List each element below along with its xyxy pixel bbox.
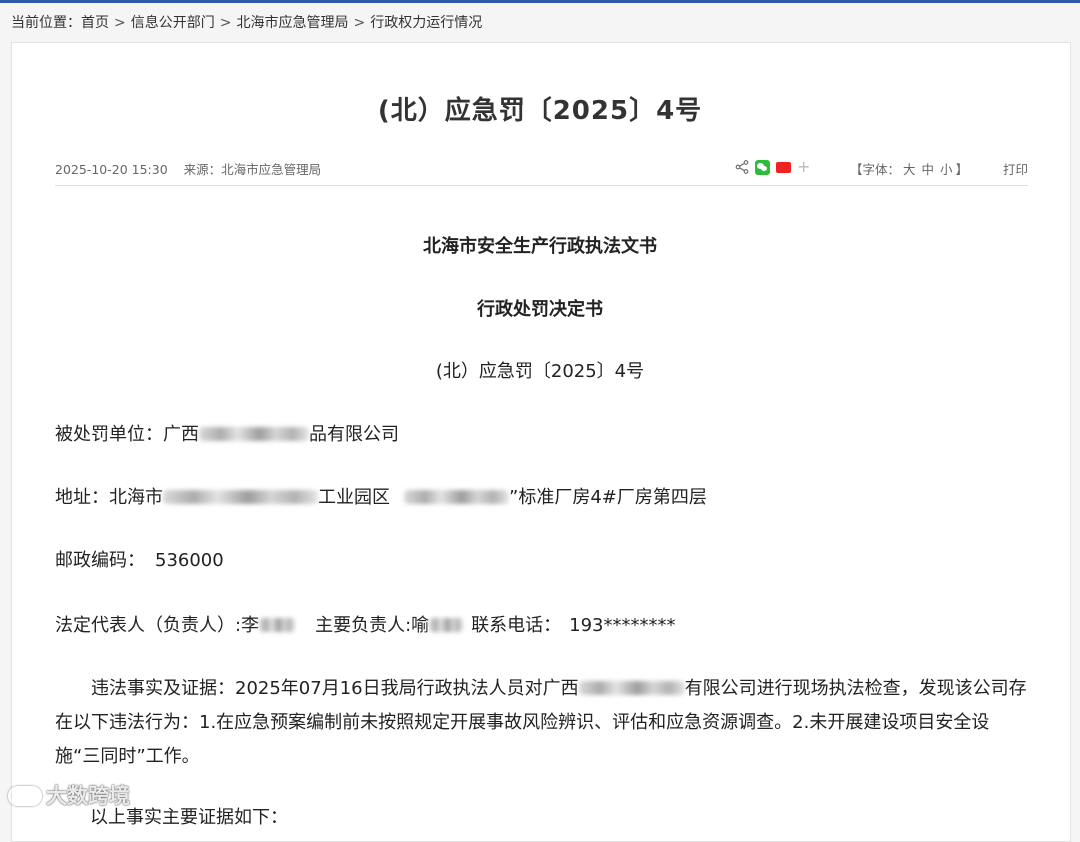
penalized-unit-prefix: 广西 [163, 424, 199, 445]
article-meta-bar: 2025-10-20 15:30 来源：北海市应急管理局 + 【字体：大中小】 打… [55, 159, 1028, 186]
document-header: 北海市安全生产行政执法文书 [423, 236, 657, 257]
font-size-control: 【字体：大中小】 [850, 159, 968, 178]
document-subheader: 行政处罚决定书 [477, 299, 603, 320]
postal-code-value: 536000 [155, 550, 224, 571]
violation-facts-paragraph: 违法事实及证据：2025年07月16日我局行政执法人员对广西 有限公司进行现场执法… [55, 672, 1027, 774]
weibo-icon[interactable] [776, 161, 791, 173]
address-part-3: ”标准厂房4#厂房第四层 [509, 487, 707, 508]
penalized-unit-suffix: 品有限公司 [309, 424, 399, 445]
postal-code-line: 邮政编码： 536000 [55, 546, 1025, 572]
address-part-1: 北海市 [109, 487, 163, 508]
penalized-unit-line: 被处罚单位：广西 品有限公司 [55, 420, 1025, 446]
phone-value: 193******** [569, 615, 676, 636]
share-icon[interactable] [735, 160, 749, 174]
penalized-unit-label: 被处罚单位： [55, 424, 163, 445]
breadcrumb-current-link[interactable]: 行政权力运行情况 [370, 15, 482, 31]
article-title: (北）应急罚〔2025〕4号 [377, 96, 703, 126]
publish-datetime: 2025-10-20 15:30 [55, 162, 168, 177]
legal-representative-label: 法定代表人（负责人）:李 [55, 615, 260, 636]
breadcrumb-prefix: 当前位置： [11, 15, 81, 31]
address-label: 地址： [55, 487, 109, 508]
address-line: 地址：北海市 工业园区 ”标准厂房4#厂房第四层 [55, 483, 1025, 509]
redaction-blur [429, 618, 464, 632]
watermark-logo-icon [8, 786, 42, 806]
postal-code-label: 邮政编码： [55, 550, 145, 571]
font-size-large-option[interactable]: 大 [903, 162, 916, 177]
plus-icon[interactable]: + [797, 159, 810, 175]
font-size-small-option[interactable]: 小 [940, 162, 953, 177]
article-meta-info: 2025-10-20 15:30 来源：北海市应急管理局 [55, 159, 321, 178]
breadcrumb-department-link[interactable]: 信息公开部门 [131, 15, 215, 31]
top-accent-bar [0, 0, 1080, 3]
breadcrumb-separator: > [114, 15, 126, 31]
phone-label: 联系电话： [471, 615, 562, 636]
breadcrumb-separator: > [219, 15, 232, 31]
main-person-label: 主要负责人:喻 [315, 615, 430, 636]
watermark: 大数跨境 [8, 780, 130, 810]
font-size-label: 【字体： [850, 162, 901, 177]
redaction-blur [163, 490, 318, 504]
breadcrumb-bureau-link[interactable]: 北海市应急管理局 [236, 15, 348, 31]
watermark-text: 大数跨境 [46, 784, 130, 808]
breadcrumb-separator: > [353, 15, 366, 31]
redaction-blur [199, 427, 309, 441]
representative-line: 法定代表人（负责人）:李 主要负责人:喻 联系电话： 193******** [55, 611, 1025, 637]
font-size-medium-option[interactable]: 中 [922, 162, 935, 177]
breadcrumb-home-link[interactable]: 首页 [81, 15, 109, 31]
print-link[interactable]: 打印 [1003, 159, 1028, 178]
address-part-2: 工业园区 [318, 487, 390, 508]
document-number: (北）应急罚〔2025〕4号 [435, 361, 645, 382]
font-size-close: 】 [955, 162, 969, 177]
redaction-blur [404, 490, 509, 504]
breadcrumb: 当前位置：首页 > 信息公开部门 > 北海市应急管理局 > 行政权力运行情况 [11, 12, 482, 32]
share-bar: + [735, 157, 810, 177]
redaction-blur [259, 618, 296, 632]
wechat-icon[interactable] [755, 159, 770, 175]
article-source: 来源：北海市应急管理局 [183, 162, 322, 177]
violation-facts-part-1: 违法事实及证据：2025年07月16日我局行政执法人员对广西 [91, 678, 579, 699]
redaction-blur [578, 681, 685, 695]
